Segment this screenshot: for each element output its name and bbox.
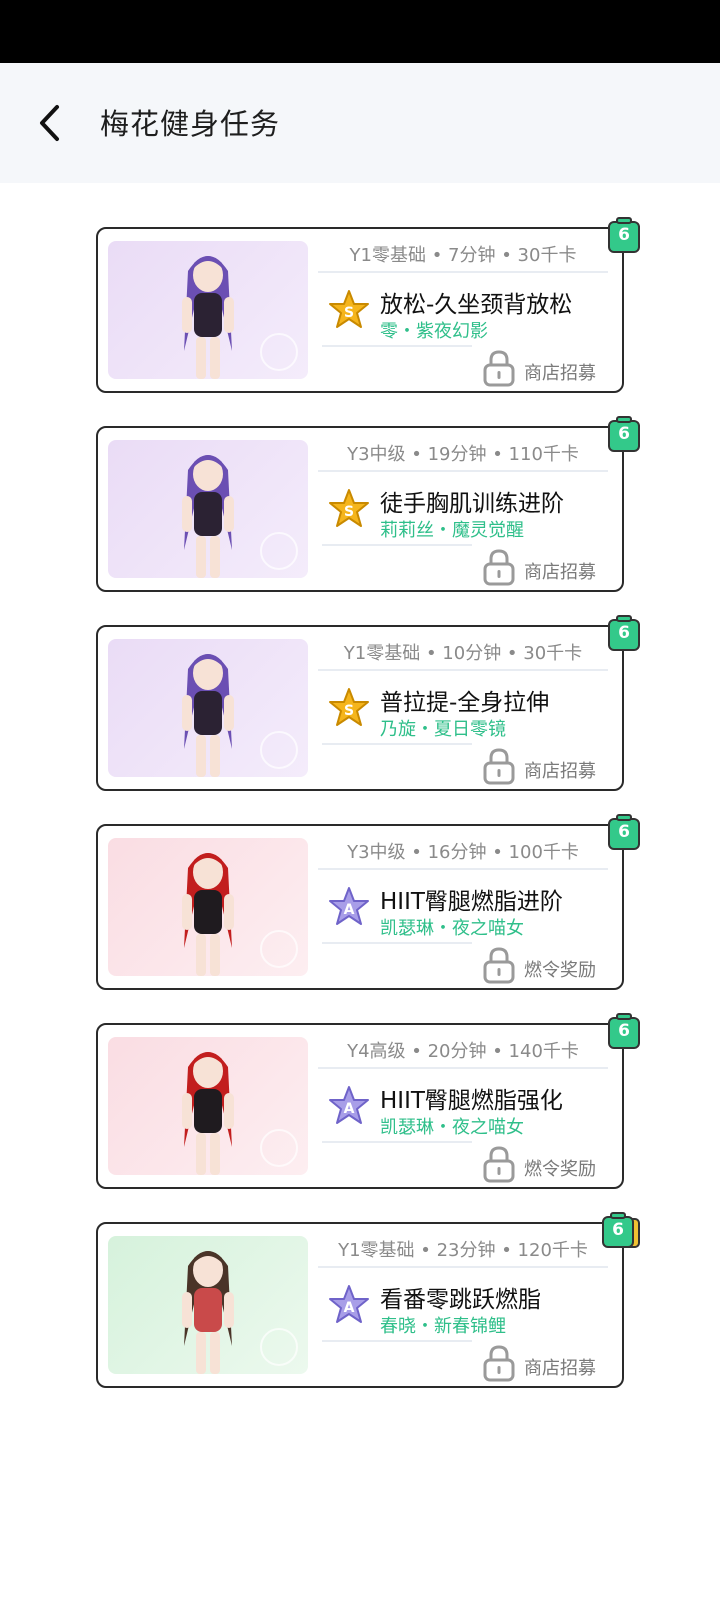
lock-icon [483, 748, 515, 785]
divider [322, 1340, 472, 1342]
grade-label: A [344, 902, 355, 918]
grade-label: A [344, 1300, 355, 1316]
count-number: 6 [618, 225, 630, 245]
character-thumbnail [108, 1037, 308, 1175]
task-meta: Y1零基础 • 23分钟 • 120千卡 [318, 1234, 608, 1268]
club-icon [260, 1129, 298, 1167]
grade-s-star-icon: S [329, 290, 369, 328]
grade-a-star-icon: A [329, 1285, 369, 1323]
character-name: 莉莉丝・魔灵觉醒 [380, 520, 524, 541]
character-figure [182, 1251, 234, 1374]
task-title: 普拉提-全身拉伸 [380, 690, 550, 716]
chevron-left-icon [40, 105, 59, 141]
task-meta: Y4高级 • 20分钟 • 140千卡 [318, 1035, 608, 1069]
character-figure [182, 654, 234, 777]
count-number: 6 [612, 1220, 624, 1240]
status-bar [0, 0, 720, 63]
count-number: 6 [618, 623, 630, 643]
lock-icon [483, 1345, 515, 1382]
lock-icon [483, 350, 515, 387]
task-title: 放松-久坐颈背放松 [380, 292, 573, 318]
lock-icon [483, 1146, 515, 1183]
club-icon [260, 532, 298, 570]
count-number: 6 [618, 424, 630, 444]
grade-s-star-icon: S [329, 688, 369, 726]
collection-count-badge: 6 [608, 615, 642, 651]
grade-a-star-icon: A [329, 887, 369, 925]
character-name: 凯瑟琳・夜之喵女 [380, 1117, 524, 1138]
grade-label: S [344, 504, 354, 520]
collection-count-badge: 6 [608, 814, 642, 850]
club-icon [260, 1328, 298, 1366]
character-figure [182, 256, 234, 379]
task-title: HIIT臀腿燃脂强化 [380, 1088, 563, 1114]
task-card[interactable]: Y1零基础 • 10分钟 • 30千卡 S 普拉提-全身拉伸 乃旋・夏日零镜 商… [96, 615, 640, 791]
task-title: HIIT臀腿燃脂进阶 [380, 889, 563, 915]
task-card[interactable]: Y1零基础 • 23分钟 • 120千卡 A 看番零跳跃燃脂 春晓・新春锦鲤 商… [96, 1212, 640, 1388]
character-name: 凯瑟琳・夜之喵女 [380, 918, 524, 939]
club-icon [260, 930, 298, 968]
lock-icon [483, 549, 515, 586]
unlock-source: 商店招募 [524, 1358, 596, 1379]
unlock-source: 商店招募 [524, 363, 596, 384]
page-title: 梅花健身任务 [100, 107, 281, 141]
task-meta: Y1零基础 • 10分钟 • 30千卡 [318, 637, 608, 671]
divider [322, 743, 472, 745]
grade-s-star-icon: S [329, 489, 369, 527]
task-meta: Y1零基础 • 7分钟 • 30千卡 [318, 239, 608, 273]
task-card[interactable]: Y3中级 • 16分钟 • 100千卡 A HIIT臀腿燃脂进阶 凯瑟琳・夜之喵… [96, 814, 640, 990]
task-card[interactable]: Y3中级 • 19分钟 • 110千卡 S 徒手胸肌训练进阶 莉莉丝・魔灵觉醒 … [96, 416, 640, 592]
unlock-source: 燃令奖励 [524, 960, 596, 981]
character-name: 乃旋・夏日零镜 [380, 719, 506, 740]
collection-count-badge: 6 [608, 1013, 642, 1049]
collection-count-badge: 6 [608, 217, 642, 253]
collection-count-badge: 6 [608, 416, 642, 452]
character-figure [182, 455, 234, 578]
task-title: 看番零跳跃燃脂 [380, 1287, 541, 1313]
task-card[interactable]: Y1零基础 • 7分钟 • 30千卡 S 放松-久坐颈背放松 零・紫夜幻影 商店… [96, 217, 640, 393]
character-figure [182, 1052, 234, 1175]
task-card[interactable]: Y4高级 • 20分钟 • 140千卡 A HIIT臀腿燃脂强化 凯瑟琳・夜之喵… [96, 1013, 640, 1189]
character-thumbnail [108, 241, 308, 379]
unlock-source: 燃令奖励 [524, 1159, 596, 1180]
divider [322, 942, 472, 944]
task-meta: Y3中级 • 19分钟 • 110千卡 [318, 438, 608, 472]
count-number: 6 [618, 1021, 630, 1041]
character-name: 春晓・新春锦鲤 [380, 1316, 506, 1337]
unlock-source: 商店招募 [524, 562, 596, 583]
grade-label: S [344, 305, 354, 321]
character-thumbnail [108, 440, 308, 578]
divider [322, 544, 472, 546]
club-icon [260, 333, 298, 371]
header: 梅花健身任务 [0, 63, 720, 183]
club-icon [260, 731, 298, 769]
task-title: 徒手胸肌训练进阶 [380, 491, 564, 517]
character-thumbnail [108, 639, 308, 777]
character-thumbnail [108, 838, 308, 976]
task-meta: Y3中级 • 16分钟 • 100千卡 [318, 836, 608, 870]
back-button[interactable] [28, 93, 72, 153]
divider [322, 345, 472, 347]
unlock-source: 商店招募 [524, 761, 596, 782]
grade-label: A [344, 1101, 355, 1117]
character-name: 零・紫夜幻影 [380, 321, 488, 342]
divider [322, 1141, 472, 1143]
count-number: 6 [618, 822, 630, 842]
lock-icon [483, 947, 515, 984]
character-thumbnail [108, 1236, 308, 1374]
grade-label: S [344, 703, 354, 719]
character-figure [182, 853, 234, 976]
grade-a-star-icon: A [329, 1086, 369, 1124]
collection-count-badge: 6 [602, 1212, 640, 1248]
